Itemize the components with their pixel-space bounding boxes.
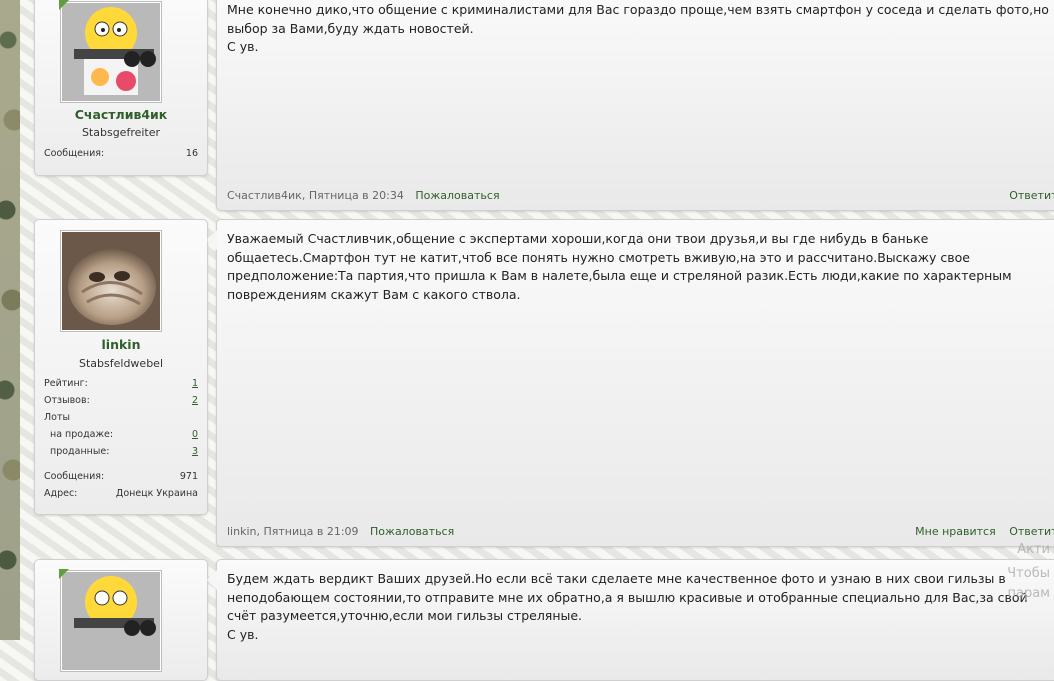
report-link[interactable]: Пожаловаться (415, 189, 499, 202)
user-rank: Stabsgefreiter (81, 126, 161, 139)
stat-sold: проданные: 3 (50, 445, 198, 459)
stat-reviews: Отзывов: 2 (44, 394, 198, 408)
author-date[interactable]: linkin, Пятница в 21:09 (227, 525, 359, 538)
message-body: Уважаемый Счастливчик,общение с эксперта… (207, 219, 1054, 547)
avatar[interactable] (60, 230, 162, 332)
author-date[interactable]: Счастлив4ик, Пятница в 20:34 (227, 189, 404, 202)
message-text: Будем ждать вердикт Ваших друзей.Но если… (227, 571, 1028, 642)
user-panel (34, 559, 208, 681)
page-background-camo (0, 0, 20, 640)
stat-label: на продаже: (50, 429, 114, 440)
avatar[interactable] (60, 570, 162, 672)
user-panel: linkin Stabsfeldwebel Рейтинг: 1 Отзывов… (34, 219, 208, 515)
like-button[interactable]: Мне нравится (915, 525, 996, 538)
stat-value-link[interactable]: 2 (192, 394, 198, 408)
speech-arrow (207, 570, 217, 590)
stat-value-link[interactable]: 3 (192, 445, 198, 459)
post-actions: Мне нравится Ответить (905, 525, 1054, 538)
report-link[interactable]: Пожаловаться (370, 525, 454, 538)
online-indicator (59, 0, 69, 10)
message-body: Будем ждать вердикт Ваших друзей.Но если… (207, 559, 1054, 681)
online-indicator (59, 569, 69, 579)
stat-label: проданные: (50, 446, 110, 457)
stat-messages: Сообщения: 16 (44, 147, 198, 161)
post-1: Счастлив4ик Stabsgefreiter Сообщения: 16… (20, 0, 1054, 212)
message-text: Мне конечно дико,что общение с криминали… (227, 2, 1049, 54)
user-rank: Stabsfeldwebel (79, 357, 163, 370)
post-actions: Ответить (999, 189, 1054, 202)
cat-avatar-image (62, 232, 160, 330)
reply-button[interactable]: Ответить (1009, 525, 1054, 538)
watermark-line-3: парам (1007, 586, 1051, 601)
message-body: Мне конечно дико,что общение с криминали… (216, 0, 1054, 211)
stat-label: Рейтинг: (44, 378, 88, 389)
stat-value-link[interactable]: 0 (192, 428, 198, 442)
stat-value: 16 (185, 148, 198, 159)
post-meta: linkin, Пятница в 21:09 Пожаловаться (227, 525, 454, 538)
username[interactable]: linkin (35, 337, 207, 352)
stat-label: Сообщения: (44, 148, 105, 159)
stat-rating: Рейтинг: 1 (44, 377, 198, 391)
post-3: Будем ждать вердикт Ваших друзей.Но если… (20, 559, 1054, 681)
stat-value: Донецк Украина (115, 488, 198, 499)
homer-avatar-image (62, 3, 160, 101)
post-2: linkin Stabsfeldwebel Рейтинг: 1 Отзывов… (20, 219, 1054, 549)
stat-messages: Сообщения: 971 (44, 470, 198, 484)
stat-label: Адрес: (44, 488, 78, 499)
avatar[interactable] (60, 1, 162, 103)
homer-avatar-image (62, 572, 160, 670)
watermark-line-2: Чтобы (1007, 566, 1050, 581)
speech-arrow (207, 230, 217, 250)
stat-label: Лоты (44, 412, 70, 423)
user-panel: Счастлив4ик Stabsgefreiter Сообщения: 16 (34, 0, 208, 176)
post-meta: Счастлив4ик, Пятница в 20:34 Пожаловатьс… (227, 189, 500, 202)
stat-on-sale: на продаже: 0 (50, 428, 198, 442)
stat-address: Адрес: Донецк Украина (44, 487, 198, 501)
stat-label: Сообщения: (44, 471, 105, 482)
message-text: Уважаемый Счастливчик,общение с эксперта… (227, 231, 1012, 302)
stat-value-link[interactable]: 1 (192, 377, 198, 391)
stat-value: 971 (179, 471, 198, 482)
reply-button[interactable]: Ответить (1009, 189, 1054, 202)
username[interactable]: Счастлив4ик (35, 107, 207, 122)
watermark-line-1: Акти (1017, 542, 1050, 557)
stat-lots: Лоты (44, 411, 198, 425)
stat-label: Отзывов: (44, 395, 90, 406)
